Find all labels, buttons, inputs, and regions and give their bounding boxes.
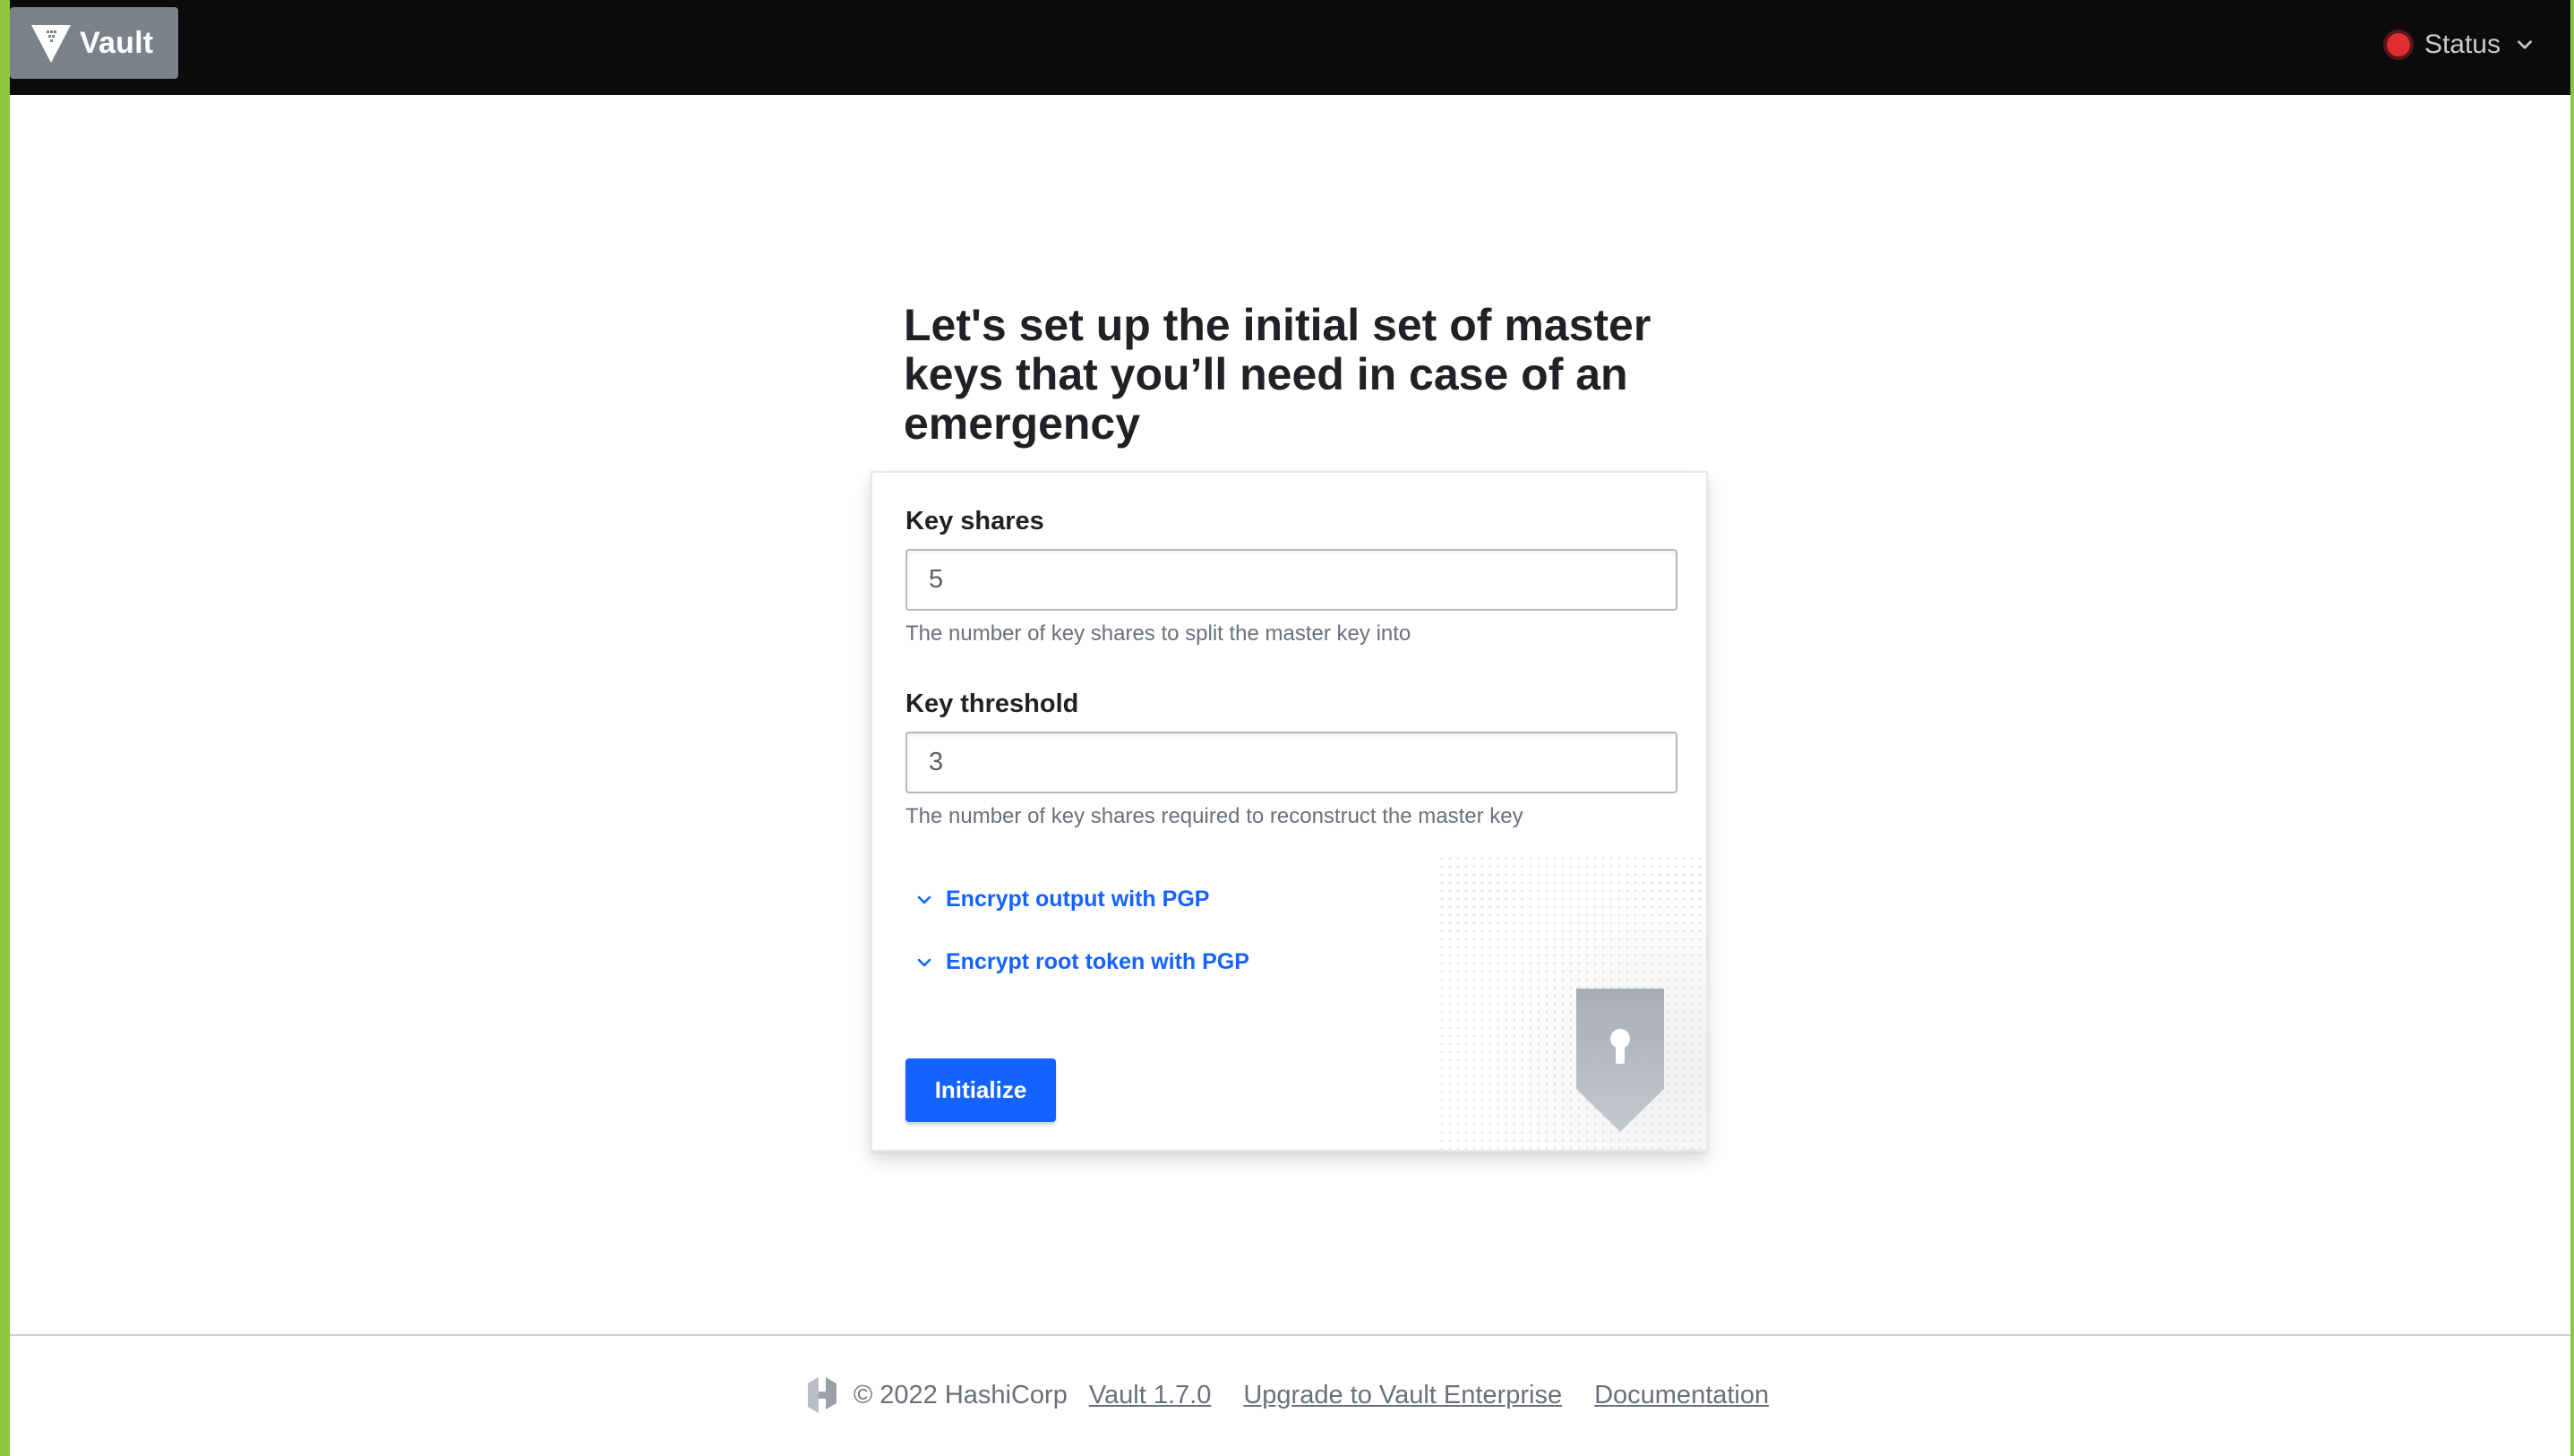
key-shares-help: The number of key shares to split the ma… <box>905 621 1411 646</box>
left-edge-bar <box>0 0 10 1456</box>
encrypt-output-pgp-label: Encrypt output with PGP <box>946 886 1210 912</box>
chevron-down-icon <box>917 895 931 904</box>
vault-home-link[interactable]: Vault <box>10 7 178 79</box>
encrypt-output-pgp-toggle[interactable]: Encrypt output with PGP <box>915 886 1209 912</box>
key-shares-input[interactable] <box>905 549 1677 611</box>
init-form-card: Key shares The number of key shares to s… <box>871 471 1708 1152</box>
footer: © 2022 HashiCorp Vault 1.7.0 Upgrade to … <box>0 1375 2574 1415</box>
encrypt-root-token-pgp-toggle[interactable]: Encrypt root token with PGP <box>915 949 1249 975</box>
key-threshold-label: Key threshold <box>905 689 1079 718</box>
documentation-link[interactable]: Documentation <box>1594 1381 1769 1410</box>
status-label: Status <box>2424 30 2501 59</box>
key-shares-label: Key shares <box>905 507 1044 535</box>
footer-divider <box>10 1334 2570 1336</box>
vault-version-link[interactable]: Vault 1.7.0 <box>1089 1381 1212 1410</box>
hashicorp-logo-icon <box>807 1377 837 1413</box>
vault-logo-icon <box>31 25 71 63</box>
brand-name: Vault <box>80 25 154 60</box>
status-menu-button[interactable]: Status <box>2386 25 2535 64</box>
status-indicator-icon <box>2386 33 2410 56</box>
chevron-down-icon <box>917 958 931 966</box>
shield-lock-icon <box>1437 854 1706 1150</box>
initialize-button[interactable]: Initialize <box>905 1058 1056 1122</box>
chevron-down-icon <box>2518 40 2532 49</box>
copyright-text: © 2022 HashiCorp <box>853 1380 1068 1409</box>
encrypt-root-token-pgp-label: Encrypt root token with PGP <box>946 949 1249 974</box>
upgrade-enterprise-link[interactable]: Upgrade to Vault Enterprise <box>1243 1381 1562 1410</box>
right-edge-bar <box>2570 0 2574 1456</box>
page-title: Let's set up the initial set of master k… <box>904 300 1652 449</box>
key-threshold-help: The number of key shares required to rec… <box>905 804 1523 828</box>
top-navbar: Vault Status <box>10 0 2570 95</box>
key-threshold-input[interactable] <box>905 732 1677 793</box>
